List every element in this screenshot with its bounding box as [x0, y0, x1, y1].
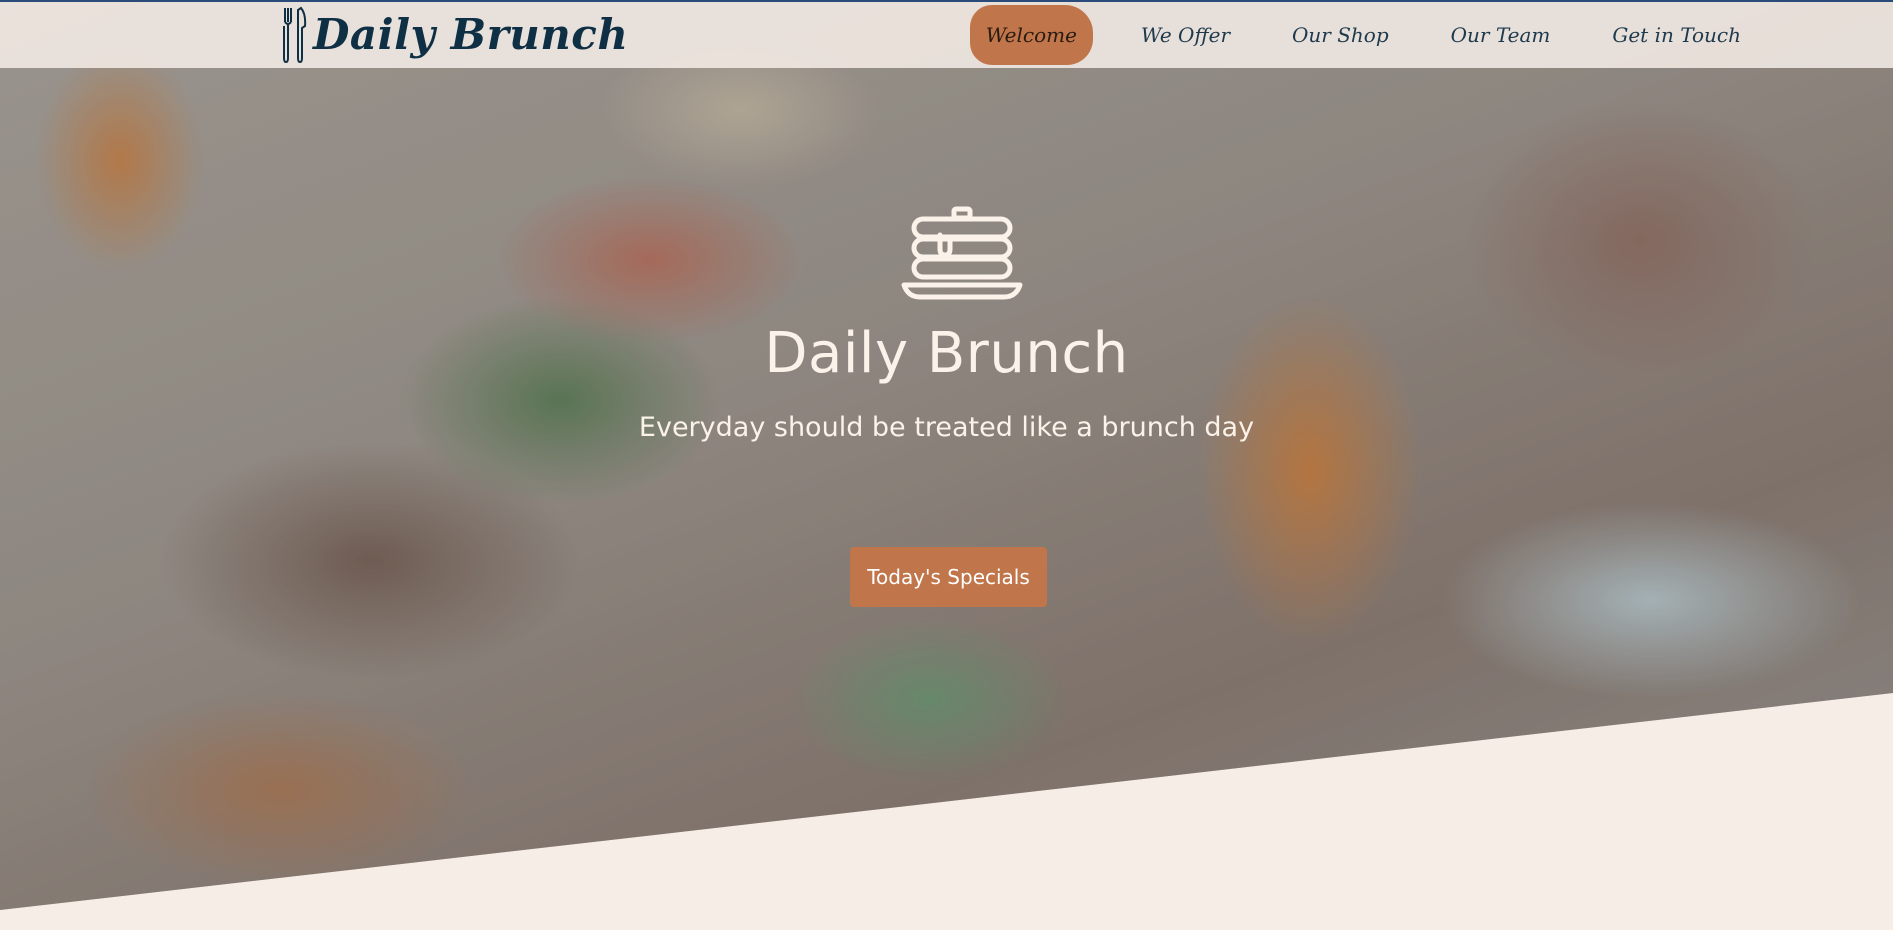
nav-item-welcome[interactable]: Welcome: [969, 5, 1093, 65]
hero-section: Daily Brunch Everyday should be treated …: [0, 0, 1893, 930]
top-rule: [0, 0, 1893, 2]
nav-item-get-in-touch[interactable]: Get in Touch: [1598, 11, 1755, 59]
main-navigation: Welcome We Offer Our Shop Our Team Get i…: [969, 2, 1893, 68]
nav-item-we-offer[interactable]: We Offer: [1127, 11, 1244, 59]
brand-logo-link[interactable]: Daily Brunch: [281, 6, 628, 64]
hero-subtitle: Everyday should be treated like a brunch…: [638, 412, 1255, 443]
fork-knife-icon: [283, 6, 307, 64]
nav-item-our-team[interactable]: Our Team: [1437, 11, 1565, 59]
nav-item-our-shop[interactable]: Our Shop: [1278, 11, 1403, 59]
todays-specials-button[interactable]: Today's Specials: [850, 547, 1047, 607]
pancake-stack-icon: [901, 206, 1023, 300]
brand-name: Daily Brunch: [313, 10, 629, 59]
hero-title: Daily Brunch: [764, 321, 1129, 386]
navbar: Daily Brunch Welcome We Offer Our Shop O…: [0, 2, 1893, 68]
